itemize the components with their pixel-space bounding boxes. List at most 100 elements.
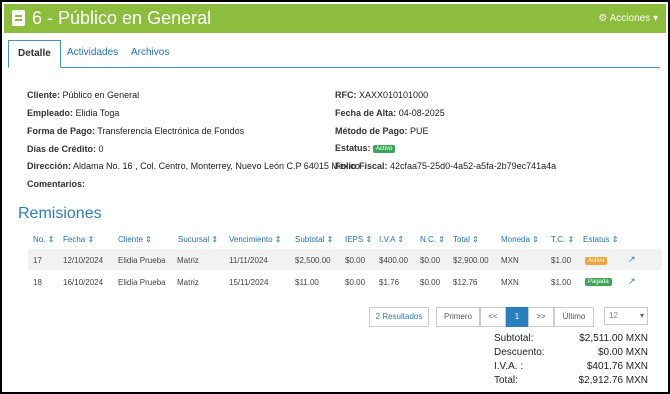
col-header-sucursal[interactable]: Sucursal ⇕	[178, 235, 218, 244]
document-icon	[12, 10, 25, 26]
col-header-label: I.V.A	[379, 235, 396, 244]
col-header-nc[interactable]: N.C. ⇕	[420, 235, 445, 244]
col-header-no[interactable]: No. ⇕	[33, 235, 54, 244]
remisiones-title: Remisiones	[18, 205, 102, 222]
total-value: $2,912.76 MXN	[578, 375, 649, 386]
col-header-label: T.C.	[551, 235, 566, 244]
forma-pago-label: Forma de Pago:	[27, 126, 96, 136]
sort-icon: ⇕	[211, 235, 219, 244]
col-header-label: N.C.	[420, 235, 436, 244]
iva-value: $401.76 MXN	[586, 361, 648, 372]
dias-credito-label: Días de Crédito:	[27, 144, 97, 154]
tab-bar: Detalle Actividades Archivos	[8, 40, 660, 68]
cell-no: 18	[33, 278, 42, 287]
col-header-label: Vencimiento	[229, 235, 273, 244]
cell-iva: $1.76	[379, 278, 400, 287]
col-header-total[interactable]: Total ⇕	[453, 235, 479, 244]
cell-iva: $400.00	[379, 256, 408, 265]
dias-credito-value: 0	[98, 144, 104, 154]
client-detail-window: 6 - Público en General ⚙ Acciones ▾ Deta…	[0, 0, 670, 394]
subtotal-label: Subtotal:	[494, 333, 534, 344]
cell-subtotal: $2,500.00	[295, 256, 331, 265]
col-header-tc[interactable]: T.C. ⇕	[551, 235, 574, 244]
status-badge: Activo	[373, 144, 396, 153]
sort-icon: ⇕	[567, 235, 575, 244]
cell-moneda: MXN	[501, 256, 519, 265]
external-link-icon[interactable]: ↗	[628, 276, 637, 286]
estatus-field: Estatus: Activo	[335, 143, 396, 153]
title-bar: 6 - Público en General ⚙ Acciones ▾	[4, 4, 666, 33]
direccion-label: Dirección:	[27, 161, 72, 171]
actions-label: Acciones	[609, 13, 651, 24]
external-link-icon[interactable]: ↗	[628, 254, 637, 264]
cell-fecha: 12/10/2024	[63, 256, 104, 265]
folio-fiscal-field: Folio Fiscal: 42cfaa75-25d0-4a52-a5fa-2b…	[335, 161, 556, 171]
tab-detalle[interactable]: Detalle	[8, 40, 61, 68]
cliente-field: Cliente: Público en General	[27, 90, 139, 100]
col-header-moneda[interactable]: Moneda ⇕	[501, 235, 539, 244]
cell-tc: $1.00	[551, 256, 572, 265]
rfc-label: RFC:	[335, 90, 357, 100]
page-title: 6 - Público en General	[32, 8, 212, 28]
cell-cliente: Elidia Prueba	[118, 278, 166, 287]
col-header-label: Estatus	[583, 235, 610, 244]
fecha-alta-field: Fecha de Alta: 04-08-2025	[335, 108, 445, 118]
sort-icon: ⇕	[47, 235, 55, 244]
cell-sucursal: Matriz	[177, 278, 199, 287]
sort-icon: ⇕	[532, 235, 539, 244]
descuento-value: $0.00 MXN	[597, 347, 648, 358]
cell-estatus: Activa	[585, 255, 608, 265]
table-row[interactable]: 17 12/10/2024 Elidia Prueba Matriz 11/11…	[28, 249, 662, 270]
dias-credito-field: Días de Crédito: 0	[27, 144, 104, 154]
col-header-label: IEPS	[345, 235, 364, 244]
sort-icon: ⇕	[87, 235, 95, 244]
comentarios-label: Comentarios:	[27, 179, 86, 189]
col-header-label: Fecha	[63, 235, 86, 244]
pagination-last-button[interactable]: Último	[554, 307, 594, 327]
col-header-iva[interactable]: I.V.A ⇕	[379, 235, 404, 244]
pagination-page-1-button[interactable]: 1	[506, 307, 528, 327]
col-header-ieps[interactable]: IEPS ⇕	[345, 235, 372, 244]
col-header-label: Sucursal	[178, 235, 210, 244]
status-badge: Activa	[585, 257, 608, 265]
col-header-label: Moneda	[501, 235, 530, 244]
cell-moneda: MXN	[501, 278, 519, 287]
col-header-vencimiento[interactable]: Vencimiento ⇕	[229, 235, 282, 244]
cell-no: 17	[33, 256, 42, 265]
col-header-subtotal[interactable]: Subtotal ⇕	[295, 235, 333, 244]
folio-fiscal-value: 42cfaa75-25d0-4a52-a5fa-2b79ec741a4a	[390, 161, 557, 171]
metodo-pago-label: Método de Pago:	[335, 126, 408, 136]
rfc-field: RFC: XAXX010101000	[335, 90, 428, 100]
pagination-next-button[interactable]: >>	[528, 307, 554, 327]
cell-estatus: Pagada	[585, 277, 612, 286]
col-header-fecha[interactable]: Fecha ⇕	[63, 235, 94, 244]
empleado-field: Empleado: Elidia Toga	[27, 108, 119, 118]
cell-sucursal: Matriz	[177, 256, 199, 265]
col-header-cliente[interactable]: Cliente ⇕	[118, 235, 152, 244]
cliente-label: Cliente:	[27, 90, 61, 100]
cell-ieps: $0.00	[345, 256, 366, 265]
caret-down-icon: ▾	[652, 13, 658, 24]
table-row[interactable]: 18 16/10/2024 Elidia Prueba Matriz 15/11…	[28, 271, 662, 292]
subtotal-value: $2,511.00 MXN	[579, 333, 648, 344]
status-badge: Pagada	[585, 277, 612, 286]
cell-vencimiento: 15/11/2024	[229, 278, 269, 287]
pagination-first-button[interactable]: Primero	[436, 307, 480, 327]
forma-pago-field: Forma de Pago: Transferencia Electrónica…	[27, 126, 244, 136]
col-header-estatus[interactable]: Estatus ⇕	[583, 235, 619, 244]
page-size-select[interactable]: 12	[604, 307, 648, 325]
iva-label: I.V.A. :	[494, 361, 524, 372]
pagination-prev-button[interactable]: <<	[480, 307, 506, 327]
sort-icon: ⇕	[472, 235, 479, 244]
forma-pago-value: Transferencia Electrónica de Fondos	[97, 126, 245, 136]
cell-tc: $1.00	[551, 278, 572, 287]
total-label: Total:	[494, 375, 518, 386]
descuento-label: Descuento:	[494, 347, 545, 358]
tab-actividades[interactable]: Actividades	[58, 40, 127, 66]
actions-dropdown[interactable]: ⚙ Acciones ▾	[598, 13, 658, 24]
col-header-label: Cliente	[118, 235, 143, 244]
folio-fiscal-label: Folio Fiscal:	[335, 161, 388, 171]
tab-archivos[interactable]: Archivos	[122, 40, 178, 66]
empleado-value: Elidia Toga	[75, 108, 120, 118]
cell-total: $12.76	[453, 278, 478, 287]
